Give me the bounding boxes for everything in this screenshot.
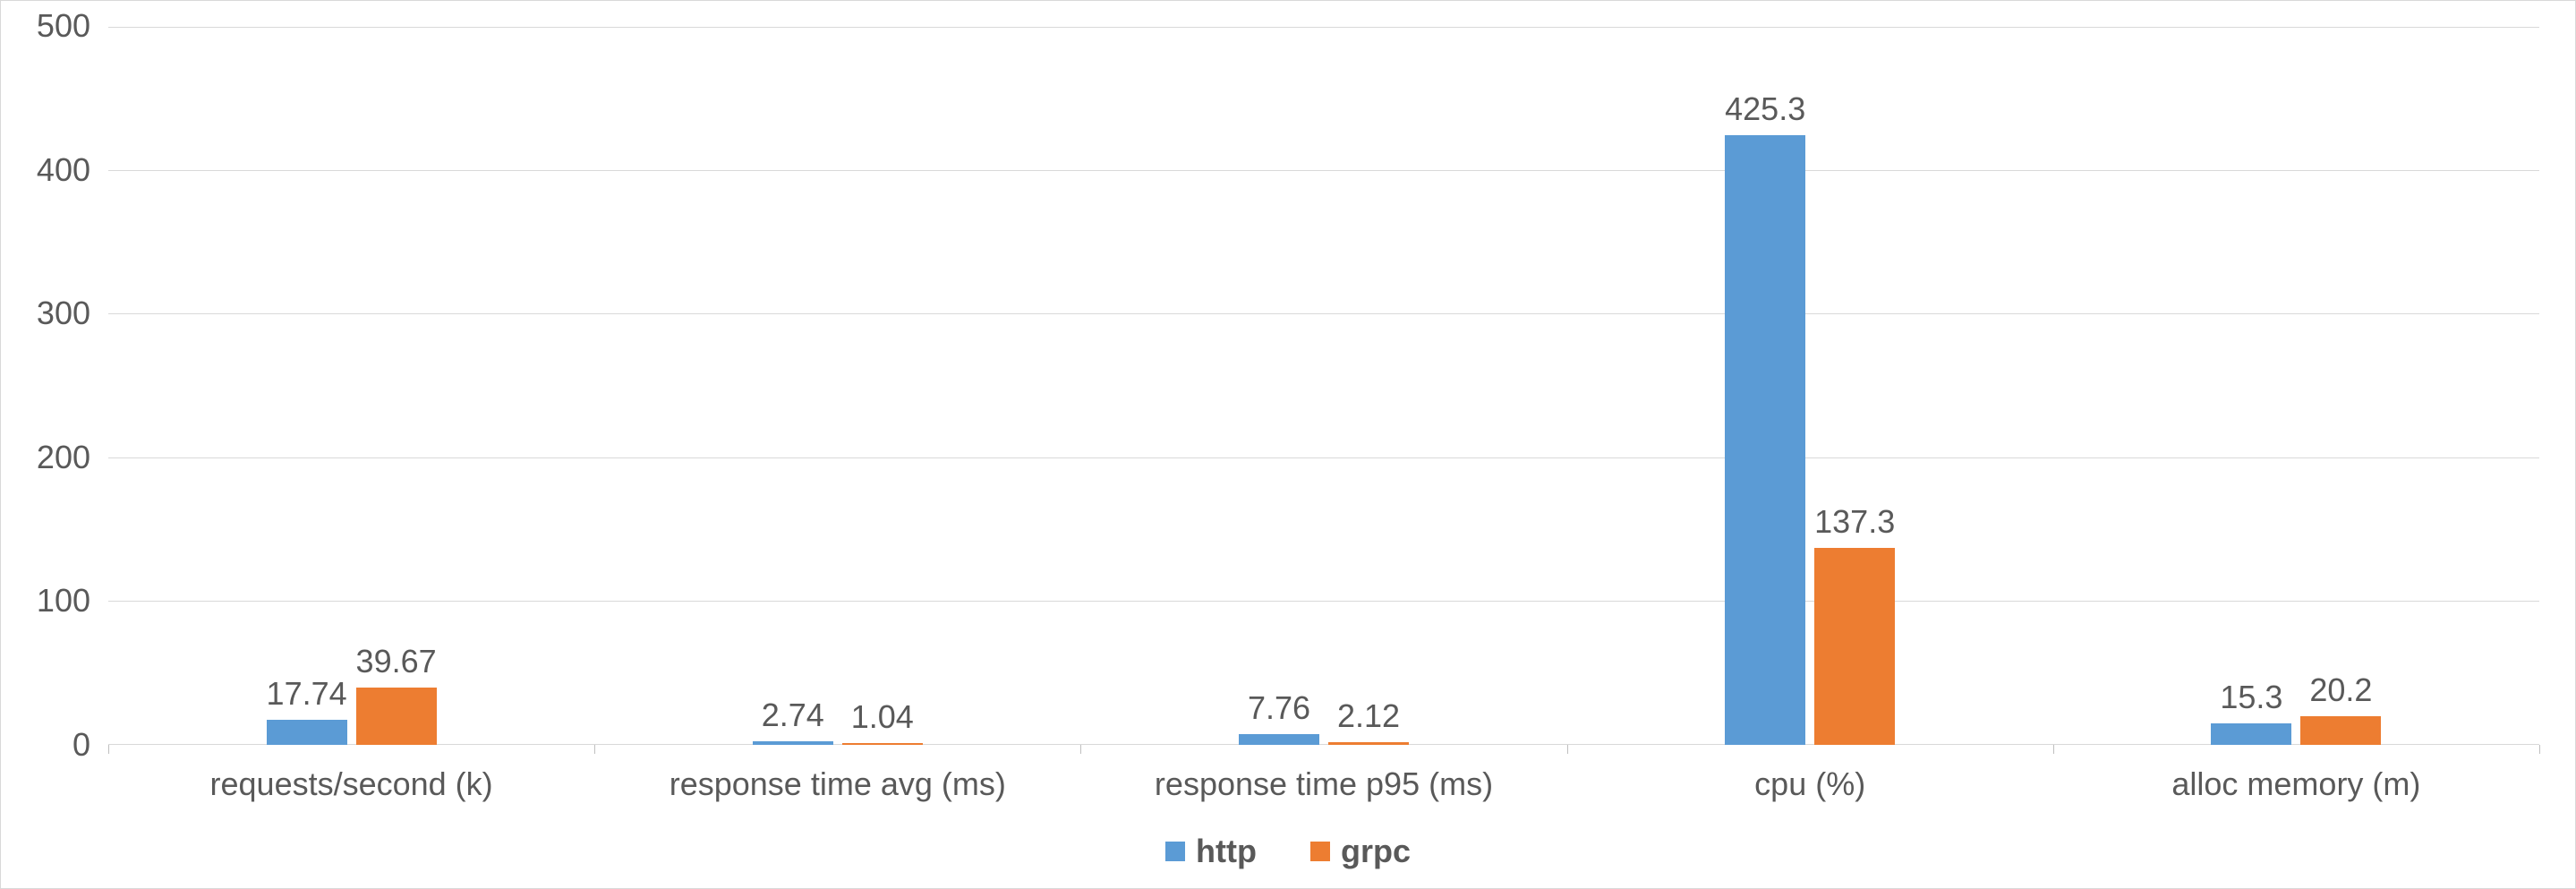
bar-value-label: 39.67: [356, 643, 437, 680]
bar-value-label: 2.74: [762, 697, 824, 734]
bar-value-label: 425.3: [1725, 90, 1805, 128]
chart-container: 0100200300400500 17.7439.672.741.047.762…: [0, 0, 2576, 889]
y-tick-label: 300: [1, 295, 90, 332]
x-axis-label: response time p95 (ms): [1155, 765, 1493, 803]
bar-value-label: 137.3: [1814, 503, 1895, 541]
x-tick-mark: [594, 745, 595, 754]
bar-value-label: 1.04: [851, 698, 914, 736]
bar-grpc: 137.3: [1814, 548, 1895, 745]
x-axis-label: cpu (%): [1754, 765, 1865, 803]
x-tick-mark: [1567, 745, 1568, 754]
x-tick-mark: [1080, 745, 1081, 754]
category-group: 2.74 1.04: [594, 28, 1080, 745]
y-tick-label: 200: [1, 439, 90, 476]
legend-label-grpc: grpc: [1341, 833, 1411, 870]
bar-value-label: 17.74: [267, 675, 347, 713]
bar-value-label: 20.2: [2309, 671, 2372, 709]
plot-area: 17.7439.672.741.047.762.12425.3137.315.3…: [108, 28, 2539, 745]
bar-value-label: 15.3: [2220, 679, 2282, 716]
y-tick-label: 100: [1, 582, 90, 620]
legend-swatch-http: [1165, 842, 1185, 861]
category-group: 425.3137.3: [1567, 28, 2053, 745]
bar-value-label: 2.12: [1337, 697, 1400, 735]
x-axis-label: response time avg (ms): [670, 765, 1006, 803]
bar-grpc: 2.12: [1328, 742, 1409, 745]
y-tick-label: 500: [1, 7, 90, 45]
category-group: 15.3 20.2: [2053, 28, 2539, 745]
bar-http: 425.3: [1725, 135, 1805, 745]
bar-http: 17.74: [267, 720, 347, 745]
bar-grpc: 20.2: [2300, 716, 2381, 745]
legend-swatch-grpc: [1310, 842, 1330, 861]
y-tick-label: 400: [1, 151, 90, 189]
category-group: 17.7439.67: [108, 28, 594, 745]
x-axis-label: requests/second (k): [210, 765, 493, 803]
legend-item-grpc: grpc: [1310, 833, 1411, 870]
category-group: 7.76 2.12: [1080, 28, 1566, 745]
bar-grpc: 1.04: [842, 743, 923, 745]
x-axis-labels: requests/second (k) response time avg (ms…: [108, 758, 2539, 803]
legend: http grpc: [1, 833, 2575, 870]
x-axis-label: alloc memory (m): [2171, 765, 2420, 803]
x-tick-mark: [2539, 745, 2540, 754]
bar-value-label: 7.76: [1248, 689, 1310, 727]
bar-http: 2.74: [753, 741, 833, 745]
legend-label-http: http: [1196, 833, 1257, 870]
y-tick-label: 0: [1, 726, 90, 764]
legend-item-http: http: [1165, 833, 1257, 870]
y-axis: 0100200300400500: [1, 28, 108, 745]
x-tick-mark: [108, 745, 109, 754]
bar-http: 15.3: [2211, 723, 2291, 746]
x-tick-mark: [2053, 745, 2054, 754]
bar-grpc: 39.67: [356, 688, 437, 745]
bar-http: 7.76: [1239, 734, 1319, 745]
